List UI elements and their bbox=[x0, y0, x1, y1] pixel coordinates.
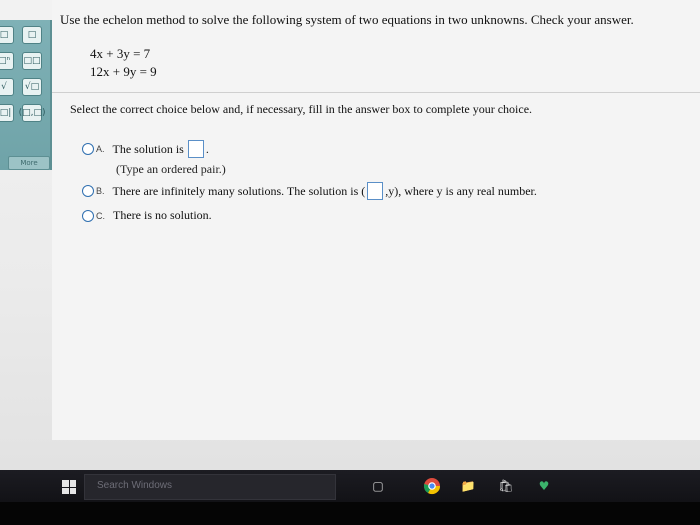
palette-more-button[interactable]: More bbox=[8, 156, 50, 170]
choice-b-text: There are infinitely many solutions. The… bbox=[112, 183, 366, 198]
choice-c[interactable]: C. There is no solution. bbox=[82, 208, 212, 223]
choice-a-period: . bbox=[205, 141, 209, 156]
choice-a-letter: A. bbox=[96, 144, 105, 154]
math-palette: □ □ □ⁿ □□ √ √□ |□| (□,□) More bbox=[0, 20, 52, 170]
choice-b-text-after: ,y), where y is any real number. bbox=[385, 183, 537, 198]
equation-2: 12x + 9y = 9 bbox=[90, 64, 157, 79]
windows-start-icon[interactable] bbox=[62, 480, 76, 494]
divider bbox=[52, 92, 700, 93]
taskbar-search-placeholder: Search Windows bbox=[97, 480, 173, 491]
choice-a[interactable]: A. The solution is . bbox=[82, 140, 209, 158]
monitor-bezel bbox=[0, 502, 700, 525]
palette-abs-value-button[interactable]: |□| bbox=[0, 104, 14, 122]
palette-nth-root-button[interactable]: √□ bbox=[22, 78, 42, 96]
palette-subscript-button[interactable]: □□ bbox=[22, 52, 42, 70]
choice-a-text: The solution is bbox=[112, 141, 184, 156]
palette-ordered-pair-button[interactable]: (□,□) bbox=[19, 104, 45, 122]
palette-sqrt-button[interactable]: √ bbox=[0, 78, 14, 96]
store-icon[interactable]: 🛍 bbox=[496, 476, 516, 496]
app-shield-icon[interactable]: ♥ bbox=[534, 476, 554, 496]
instruction-text: Select the correct choice below and, if … bbox=[70, 102, 533, 116]
chrome-icon[interactable] bbox=[422, 476, 442, 496]
choice-a-radio[interactable] bbox=[82, 143, 94, 155]
taskbar: Search Windows ▢ 📁 🛍 ♥ bbox=[0, 470, 700, 502]
choice-c-letter: C. bbox=[96, 210, 105, 221]
palette-mixed-number-button[interactable]: □ bbox=[22, 26, 42, 44]
choice-b-letter: B. bbox=[96, 186, 105, 196]
chrome-icon-graphic bbox=[423, 478, 441, 495]
choice-a-answer-box[interactable] bbox=[187, 140, 204, 158]
question-panel: Use the echelon method to solve the foll… bbox=[52, 0, 700, 440]
screen: □ □ □ⁿ □□ √ √□ |□| (□,□) More Use the ec… bbox=[0, 0, 700, 470]
palette-exponent-button[interactable]: □ⁿ bbox=[0, 52, 14, 70]
taskbar-search-box[interactable]: Search Windows bbox=[84, 474, 336, 500]
choice-b[interactable]: B. There are infinitely many solutions. … bbox=[82, 182, 537, 200]
choice-c-text: There is no solution. bbox=[113, 208, 212, 222]
question-prompt: Use the echelon method to solve the foll… bbox=[60, 12, 634, 27]
file-explorer-icon[interactable]: 📁 bbox=[458, 476, 478, 496]
task-view-icon[interactable]: ▢ bbox=[368, 476, 388, 496]
choice-a-hint: (Type an ordered pair.) bbox=[116, 162, 226, 176]
palette-fraction-button[interactable]: □ bbox=[0, 26, 14, 44]
choice-b-radio[interactable] bbox=[82, 185, 94, 197]
equation-1: 4x + 3y = 7 bbox=[90, 46, 151, 61]
choice-c-radio[interactable] bbox=[82, 209, 94, 222]
choice-b-answer-box[interactable] bbox=[367, 182, 384, 200]
